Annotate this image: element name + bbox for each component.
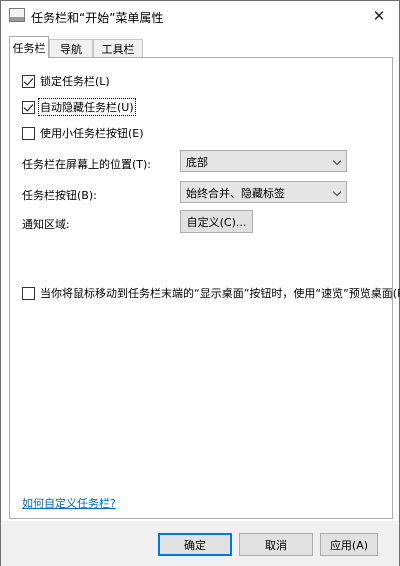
chevron-down-icon: [332, 187, 342, 197]
tab-toolbars[interactable]: 工具栏: [93, 39, 143, 58]
title-bar[interactable]: 任务栏和“开始”菜单属性 ✕: [1, 1, 399, 31]
lock-taskbar-label: 锁定任务栏(L): [40, 75, 110, 88]
taskbar-app-icon: [9, 8, 25, 22]
tab-panel-taskbar: 锁定任务栏(L) 自动隐藏任务栏(U) 使用小任务栏按钮(E) 任务栏在屏幕上的…: [9, 57, 400, 519]
customize-notification-button[interactable]: 自定义(C)...: [180, 210, 253, 233]
help-link[interactable]: 如何自定义任务栏?: [22, 495, 116, 511]
taskbar-position-select[interactable]: 底部: [180, 150, 347, 172]
notification-area-label: 通知区域:: [22, 218, 70, 231]
chevron-down-icon: [332, 156, 342, 166]
cancel-button[interactable]: 取消: [239, 533, 313, 556]
lock-taskbar-option[interactable]: 锁定任务栏(L): [22, 73, 111, 89]
taskbar-properties-dialog: 任务栏和“开始”菜单属性 ✕ 任务栏 导航 工具栏 锁定任务栏(L) 自动隐藏任…: [0, 0, 400, 566]
window-title: 任务栏和“开始”菜单属性: [31, 11, 164, 25]
taskbar-buttons-label: 任务栏按钮(B):: [22, 189, 97, 202]
taskbar-position-label: 任务栏在屏幕上的位置(T):: [22, 158, 152, 171]
peek-option[interactable]: 当你将鼠标移动到任务栏末端的“显示桌面”按钮时，使用“速览”预览桌面(P): [22, 285, 400, 301]
auto-hide-label: 自动隐藏任务栏(U): [38, 98, 136, 116]
lock-taskbar-checkbox[interactable]: [22, 74, 35, 88]
auto-hide-option[interactable]: 自动隐藏任务栏(U): [22, 98, 136, 116]
ok-button[interactable]: 确定: [158, 533, 232, 556]
auto-hide-checkbox[interactable]: [22, 100, 35, 114]
taskbar-position-value: 底部: [186, 156, 208, 169]
tab-navigation[interactable]: 导航: [49, 39, 93, 58]
peek-checkbox[interactable]: [22, 286, 35, 300]
taskbar-buttons-value: 始终合并、隐藏标签: [186, 187, 285, 200]
tab-bar: 任务栏 导航 工具栏: [9, 36, 393, 58]
small-buttons-label: 使用小任务栏按钮(E): [40, 127, 144, 140]
apply-button[interactable]: 应用(A): [320, 533, 378, 556]
small-buttons-option[interactable]: 使用小任务栏按钮(E): [22, 125, 145, 141]
close-icon: ✕: [372, 6, 386, 25]
tab-taskbar[interactable]: 任务栏: [9, 36, 49, 58]
close-button[interactable]: ✕: [359, 1, 399, 30]
dialog-footer: 确定 取消 应用(A): [1, 521, 399, 566]
small-buttons-checkbox[interactable]: [22, 126, 35, 140]
taskbar-buttons-select[interactable]: 始终合并、隐藏标签: [180, 181, 347, 203]
peek-label: 当你将鼠标移动到任务栏末端的“显示桌面”按钮时，使用“速览”预览桌面(P): [40, 287, 400, 300]
